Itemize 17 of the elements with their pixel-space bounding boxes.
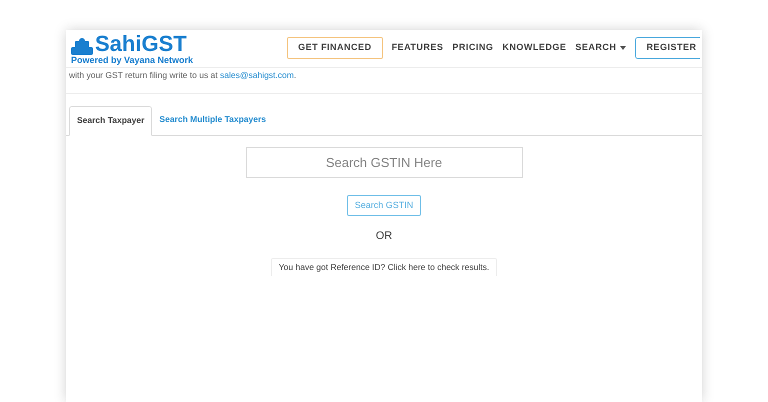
search-field[interactable]: Search GSTIN Here: [246, 146, 522, 178]
nav-link[interactable]: KNOWLEDGE: [502, 40, 566, 54]
notice-text: with your GST return filing write to us at sales@sahigst.com.: [68, 69, 298, 82]
logo-wordmark: SahiGST: [95, 32, 187, 54]
logo-tagline: Powered by Vayana Network: [71, 54, 194, 64]
register-button[interactable]: REGISTER: [635, 36, 700, 58]
nav-link[interactable]: FEATURES: [392, 40, 444, 54]
logo-icon: [71, 38, 93, 54]
reference-link[interactable]: You have got Reference ID? Click here to check results.: [270, 258, 498, 276]
caret-icon: [620, 46, 626, 50]
nav-dropdown[interactable]: SEARCH: [575, 40, 626, 54]
tab[interactable]: Search Taxpayer: [69, 106, 152, 136]
email-link[interactable]: sales@sahigst.com: [220, 70, 294, 80]
nav-link[interactable]: PRICING: [452, 40, 494, 54]
nav-button[interactable]: GET FINANCED: [287, 36, 383, 58]
or-separator: OR: [376, 228, 392, 244]
tab[interactable]: Search Multiple Taxpayers: [152, 104, 274, 135]
